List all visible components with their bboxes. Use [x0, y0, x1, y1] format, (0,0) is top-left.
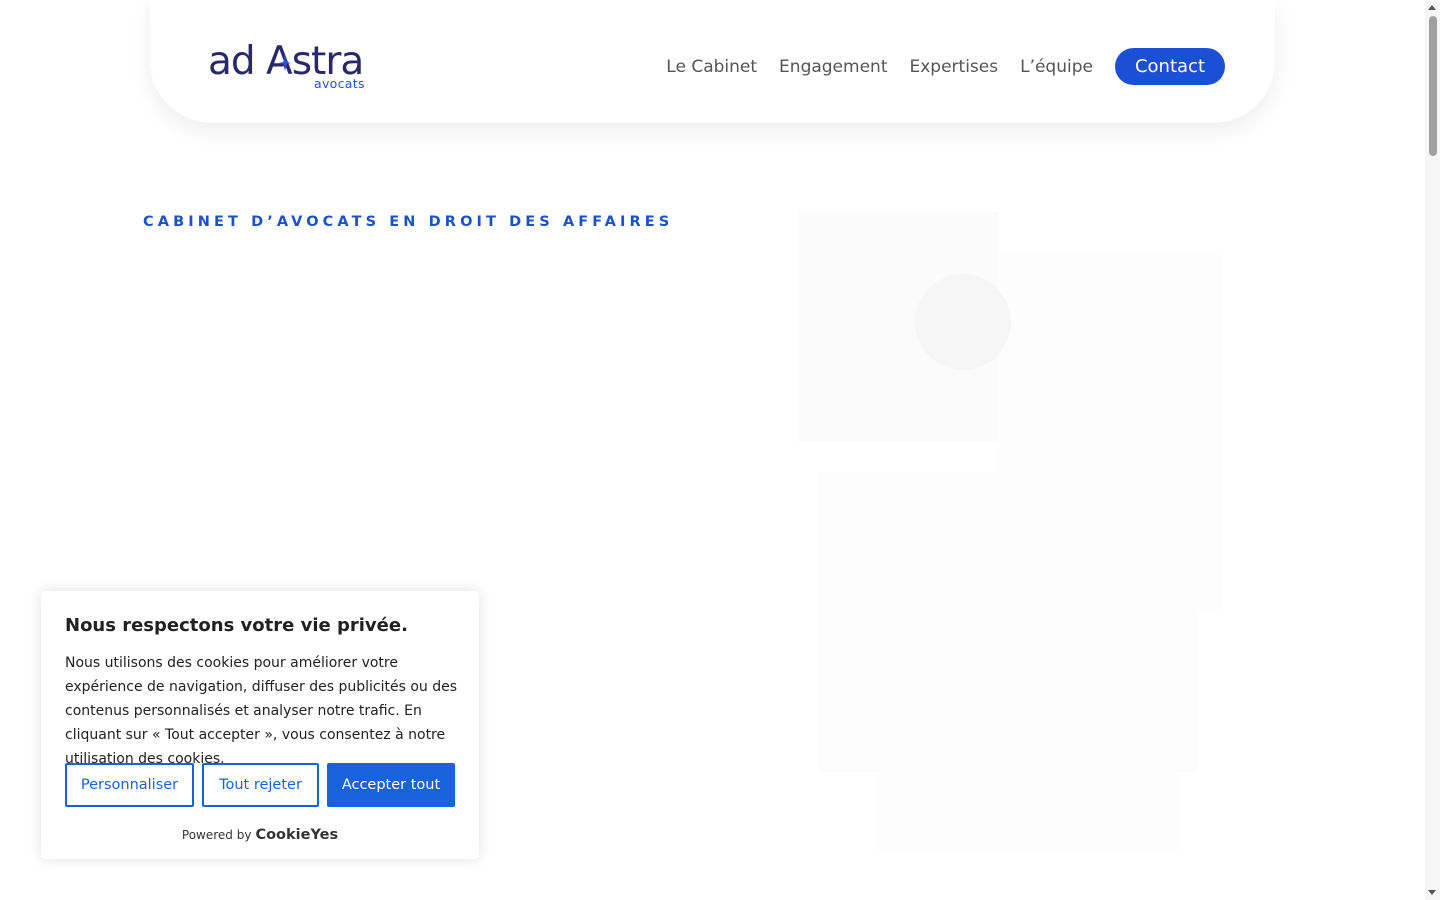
site-header: ad Astra avocats Le Cabinet Engagement E…	[150, 0, 1275, 123]
cookie-banner: Nous respectons votre vie privée. Nous u…	[41, 591, 479, 859]
nav-item-expertises[interactable]: Expertises	[909, 57, 998, 77]
powered-by-label: Powered by	[181, 828, 252, 842]
contact-button[interactable]: Contact	[1114, 48, 1225, 85]
cookie-buttons: Personnaliser Tout rejeter Accepter tout	[65, 763, 455, 807]
scroll-up-icon[interactable]	[1428, 5, 1436, 10]
nav-item-engagement[interactable]: Engagement	[779, 57, 887, 77]
site-logo[interactable]: ad Astra avocats	[208, 40, 378, 96]
cookieyes-logo[interactable]: CookieYes	[255, 827, 338, 843]
main-nav: Le Cabinet Engagement Expertises L’équip…	[666, 48, 1225, 85]
scroll-thumb[interactable]	[1429, 16, 1437, 156]
nav-item-le-cabinet[interactable]: Le Cabinet	[666, 57, 757, 77]
reject-all-button[interactable]: Tout rejeter	[202, 763, 319, 807]
logo-star-icon	[279, 55, 291, 71]
hero-image	[798, 212, 1222, 852]
logo-subtitle: avocats	[314, 76, 365, 91]
page-scrollbar[interactable]	[1425, 0, 1440, 900]
accept-all-button[interactable]: Accepter tout	[327, 763, 455, 807]
cookie-title: Nous respectons votre vie privée.	[65, 615, 408, 636]
cookie-description: Nous utilisons des cookies pour améliore…	[65, 655, 457, 767]
nav-item-equipe[interactable]: L’équipe	[1020, 57, 1093, 77]
hero-tagline: CABINET D’AVOCATS EN DROIT DES AFFAIRES	[143, 214, 674, 230]
scroll-down-icon[interactable]	[1428, 890, 1436, 895]
customize-button[interactable]: Personnaliser	[65, 763, 194, 807]
powered-by: Powered by CookieYes	[41, 827, 479, 843]
